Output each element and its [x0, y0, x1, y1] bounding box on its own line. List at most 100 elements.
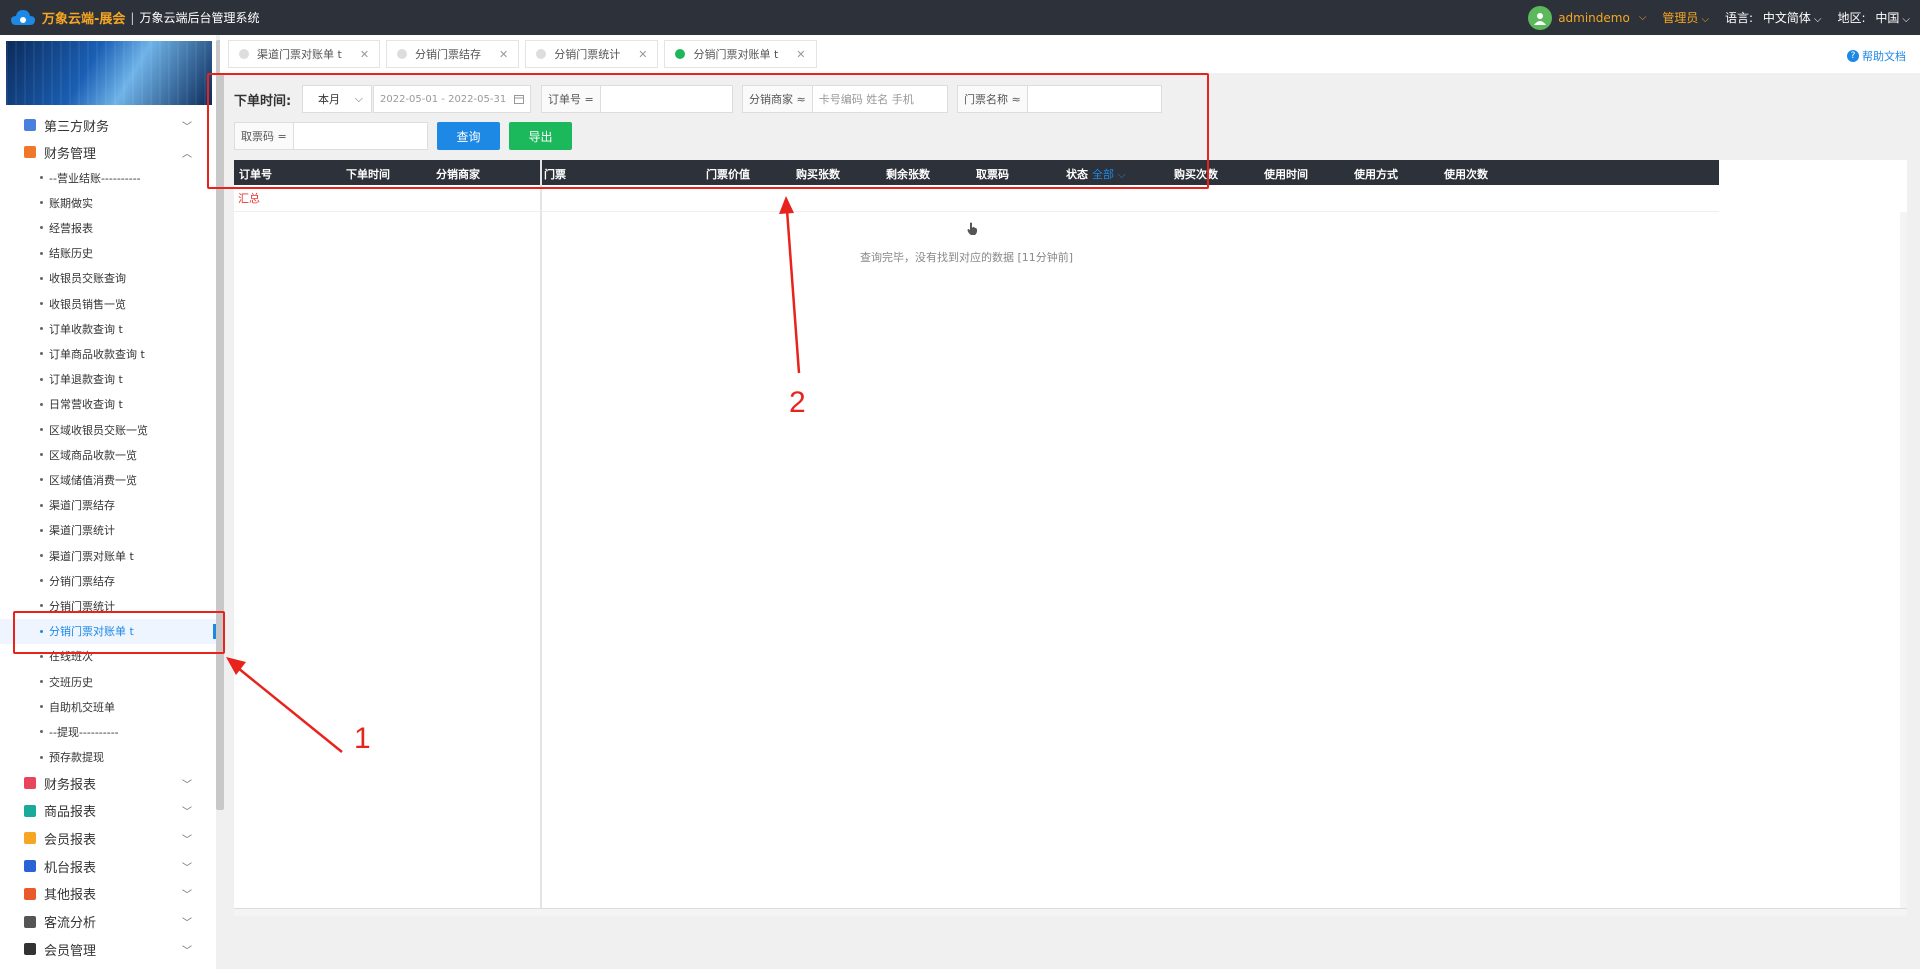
sidebar-item[interactable]: 渠道门票统计	[0, 518, 216, 543]
sidebar-item[interactable]: 订单收款查询 t	[0, 316, 216, 341]
tab-2[interactable]: 分销门票统计 ✕	[525, 40, 659, 68]
sidebar-item[interactable]: 渠道门票结存	[0, 493, 216, 518]
annotation-box-filters	[207, 73, 1209, 189]
sidebar-group-bottom-0[interactable]: 财务报表 ﹀	[0, 770, 216, 796]
menu-group-icon	[24, 860, 36, 873]
bullet-icon	[40, 604, 43, 608]
close-icon[interactable]: ✕	[796, 48, 805, 61]
bullet-icon	[40, 705, 43, 709]
results-table	[234, 160, 1907, 908]
sidebar-item-label: 账期做实	[49, 196, 93, 210]
row-divider	[234, 211, 1719, 212]
sidebar-group-bottom-3[interactable]: 机台报表 ﹀	[0, 853, 216, 879]
menu-group-icon	[24, 804, 36, 817]
sidebar-group-bottom-2[interactable]: 会员报表 ﹀	[0, 825, 216, 851]
bullet-icon	[40, 201, 43, 205]
bullet-icon	[40, 579, 43, 583]
close-icon[interactable]: ✕	[360, 48, 369, 61]
sidebar-group-1[interactable]: 财务管理 ︿	[0, 139, 216, 165]
system-title: 万象云端后台管理系统	[139, 11, 260, 25]
sidebar-group-label: 其他报表	[44, 888, 97, 904]
tab-3[interactable]: 分销门票对账单 t ✕	[664, 40, 817, 68]
help-docs-link[interactable]: ? 帮助文档	[1847, 48, 1906, 64]
bullet-icon	[40, 528, 43, 532]
sidebar-item[interactable]: 交班历史	[0, 669, 216, 694]
role-label: 管理员	[1662, 11, 1699, 25]
language-menu[interactable]: 语言: 中文简体 ⌵	[1725, 9, 1821, 26]
sidebar-item[interactable]: 区域储值消费一览	[0, 467, 216, 492]
bullet-icon	[40, 654, 43, 658]
sidebar-group-label: 财务管理	[44, 146, 97, 162]
close-icon[interactable]: ✕	[499, 48, 508, 61]
sidebar-item[interactable]: 区域收银员交账一览	[0, 417, 216, 442]
sidebar-item[interactable]: 自助机交班单	[0, 694, 216, 719]
sidebar-item[interactable]: 预存款提现	[0, 745, 216, 770]
sidebar-item[interactable]: 订单商品收款查询 t	[0, 341, 216, 366]
menu-group-icon	[24, 915, 36, 928]
sidebar-group-label: 会员管理	[44, 943, 97, 959]
chevron-down-icon: ﹀	[182, 862, 192, 874]
table-horizontal-scrollbar[interactable]	[234, 908, 1907, 916]
cloud-logo-icon	[11, 9, 35, 25]
sidebar-group-bottom-4[interactable]: 其他报表 ﹀	[0, 881, 216, 907]
sidebar-item-label: 订单商品收款查询 t	[49, 347, 145, 361]
sidebar-item[interactable]: 结账历史	[0, 241, 216, 266]
sidebar-item[interactable]: 区域商品收款一览	[0, 442, 216, 467]
hand-pointer-icon	[967, 222, 978, 235]
close-icon[interactable]: ✕	[638, 48, 647, 61]
sidebar-item-label: 渠道门票对账单 t	[49, 549, 134, 563]
chevron-down-icon: ﹀	[182, 807, 192, 819]
sidebar-item[interactable]: 订单退款查询 t	[0, 367, 216, 392]
username: admindemo	[1558, 10, 1630, 25]
table-vertical-scrollbar[interactable]	[1900, 212, 1907, 908]
tab-status-dot-icon	[536, 49, 547, 59]
user-menu[interactable]: admindemo ⌵	[1528, 5, 1646, 30]
column-header-label: 使用次数	[1444, 168, 1488, 181]
sidebar-item-label: 交班历史	[49, 675, 93, 689]
role-menu[interactable]: 管理员 ⌵	[1662, 9, 1709, 26]
tab-label: 分销门票统计	[554, 48, 621, 61]
menu-group-icon	[24, 777, 36, 789]
region-menu[interactable]: 地区: 中国 ⌵	[1838, 9, 1910, 26]
user-icon	[1534, 12, 1547, 25]
sidebar-item[interactable]: 日常营收查询 t	[0, 392, 216, 417]
column-header[interactable]: 使用方式	[1354, 166, 1398, 182]
sidebar-group-bottom-5[interactable]: 客流分析 ﹀	[0, 909, 216, 935]
sidebar-group-label: 财务报表	[44, 777, 97, 793]
sidebar-item-label: 区域商品收款一览	[49, 448, 137, 462]
logo[interactable]: 万象云端-展会 | 万象云端后台管理系统	[10, 8, 259, 28]
sidebar-item[interactable]: --营业结账----------	[0, 165, 216, 190]
column-header-label: 使用方式	[1354, 168, 1398, 181]
sidebar-group-bottom-1[interactable]: 商品报表 ﹀	[0, 798, 216, 824]
sidebar-item-label: 自助机交班单	[49, 700, 115, 714]
sidebar-item[interactable]: --提现----------	[0, 719, 216, 744]
bullet-icon	[40, 554, 43, 557]
sidebar-item-label: 日常营收查询 t	[49, 398, 123, 412]
bullet-icon	[40, 352, 43, 356]
language-value: 中文简体	[1762, 11, 1811, 25]
column-header-label: 使用时间	[1264, 168, 1308, 181]
chevron-down-icon: ﹀	[182, 945, 192, 957]
tab-status-dot-icon	[239, 49, 249, 59]
sidebar-item-label: 经营报表	[49, 221, 93, 235]
tab-1[interactable]: 分销门票结存 ✕	[386, 40, 520, 68]
sidebar-item[interactable]: 收银员销售一览	[0, 291, 216, 316]
sidebar-item[interactable]: 经营报表	[0, 215, 216, 240]
sidebar-group-bottom-6[interactable]: 会员管理 ﹀	[0, 936, 216, 962]
sidebar-item-label: 渠道门票统计	[49, 524, 115, 538]
menu-group-icon	[24, 832, 36, 845]
tab-status-dot-icon	[675, 49, 686, 59]
column-header[interactable]: 使用次数	[1444, 166, 1488, 182]
annotation-box-active-menu	[13, 611, 225, 654]
sidebar-item[interactable]: 分销门票结存	[0, 568, 216, 593]
sidebar-item-label: 订单退款查询 t	[49, 373, 123, 387]
chevron-down-icon: ⌵	[1902, 14, 1910, 25]
sidebar-item[interactable]: 收银员交账查询	[0, 266, 216, 291]
sidebar-item[interactable]: 账期做实	[0, 190, 216, 215]
column-header[interactable]: 使用时间	[1264, 166, 1308, 182]
frozen-column-divider[interactable]	[540, 160, 542, 908]
sidebar-group-0[interactable]: 第三方财务 ﹀	[0, 112, 216, 138]
sidebar-group-label: 会员报表	[44, 832, 97, 848]
sidebar-item[interactable]: 渠道门票对账单 t	[0, 543, 216, 568]
tab-0[interactable]: 渠道门票对账单 t ✕	[228, 40, 381, 68]
